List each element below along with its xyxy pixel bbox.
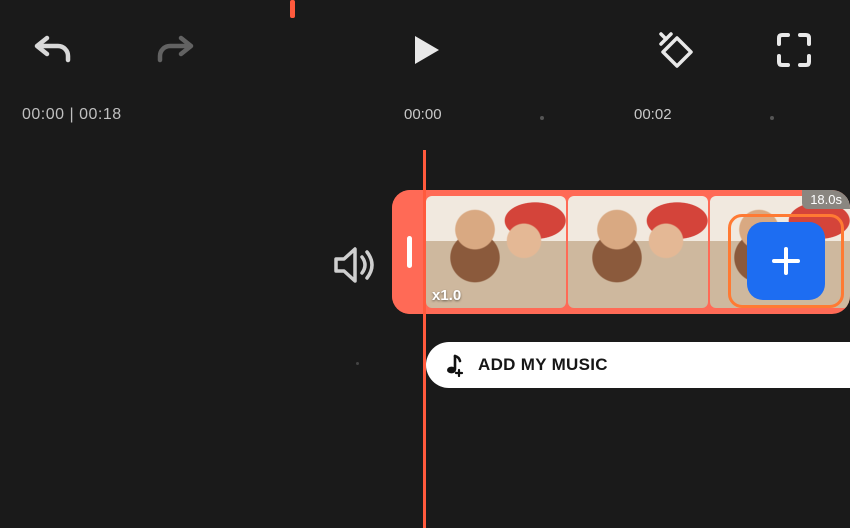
fullscreen-icon <box>776 32 812 68</box>
plus-icon <box>769 244 803 278</box>
playhead[interactable] <box>423 150 426 528</box>
clip-speed-badge: x1.0 <box>432 287 461 304</box>
redo-button[interactable] <box>156 34 194 68</box>
total-time: 00:18 <box>79 106 122 123</box>
keyframe-button[interactable] <box>655 30 695 70</box>
speaker-icon <box>333 246 377 284</box>
ruler-tick-0: 00:00 <box>404 106 442 123</box>
time-separator: | <box>65 106 80 123</box>
ruler-dot <box>770 116 774 120</box>
fullscreen-button[interactable] <box>776 32 812 68</box>
music-add-icon <box>442 353 464 377</box>
undo-button[interactable] <box>34 34 72 68</box>
ruler-tick-1: 00:02 <box>634 106 672 123</box>
ruler-dot <box>540 116 544 120</box>
play-icon <box>413 34 441 66</box>
play-button[interactable] <box>413 34 441 66</box>
redo-icon <box>156 34 194 68</box>
current-time: 00:00 <box>22 106 65 123</box>
keyframe-icon <box>655 30 695 70</box>
decorative-dot <box>356 362 359 365</box>
undo-icon <box>34 34 72 68</box>
add-media-slot <box>728 214 844 308</box>
clip-thumbnail <box>568 196 708 308</box>
add-media-button[interactable] <box>747 222 825 300</box>
timecode-row: 00:00 | 00:18 00:00 00:02 <box>0 100 850 140</box>
toolbar <box>0 0 850 100</box>
add-music-button[interactable]: ADD MY MUSIC <box>426 342 850 388</box>
clip-duration-badge: 18.0s <box>802 190 850 209</box>
clip-left-handle[interactable] <box>392 190 426 314</box>
time-display: 00:00 | 00:18 <box>22 106 122 124</box>
audio-toggle-button[interactable] <box>333 246 377 289</box>
add-music-label: ADD MY MUSIC <box>478 355 608 375</box>
